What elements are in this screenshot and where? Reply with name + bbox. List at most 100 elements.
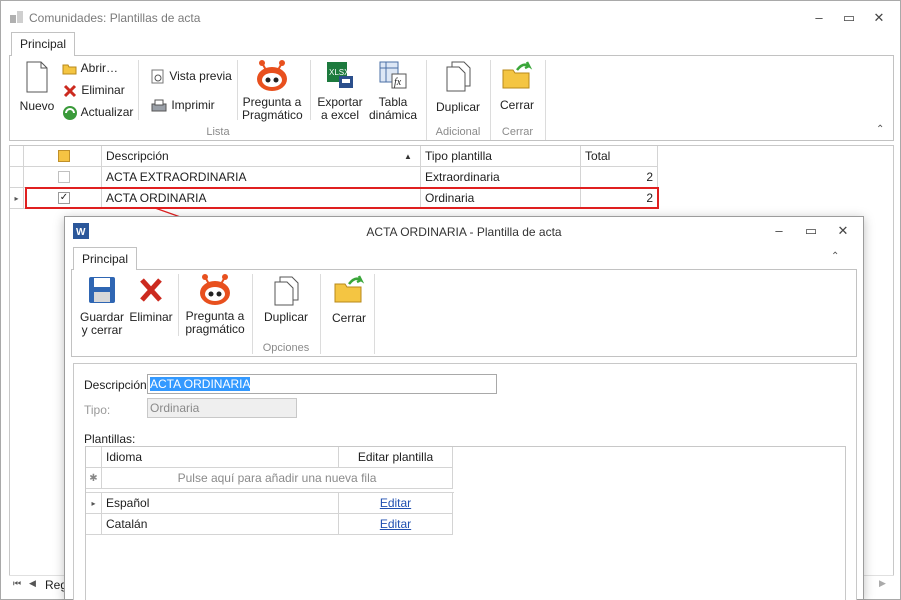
dialog-restore-button[interactable]: ▭ [801, 223, 821, 239]
dialog-duplicar-label: Duplicar [263, 310, 308, 324]
dialog-pregunta-button[interactable]: Pregunta a pragmático [182, 272, 248, 336]
delete-x-icon [62, 84, 78, 98]
first-record-icon[interactable]: ⏮ [13, 578, 21, 589]
dialog-minimize-button[interactable]: – [769, 223, 789, 239]
eliminar-label: Eliminar [81, 83, 125, 97]
column-header-editar[interactable]: Editar plantilla [339, 447, 453, 468]
plantillas-grid: Idioma Editar plantilla ✱ Pulse aquí par… [85, 446, 846, 600]
row-checkbox[interactable] [58, 171, 70, 183]
descripcion-label: Descripción: [84, 378, 151, 392]
dialog-ribbon: Guardar y cerrar Eliminar Pregunta a pra… [71, 269, 857, 357]
duplicar-button[interactable]: Duplicar [432, 60, 484, 114]
printer-icon [150, 98, 168, 114]
dialog-cerrar-label: Cerrar [331, 311, 366, 325]
collapse-ribbon-icon[interactable]: ⌃ [876, 124, 884, 135]
imprimir-button[interactable]: Imprimir [150, 95, 215, 115]
tabla-dinamica-button[interactable]: fx Tabla dinámica [368, 60, 418, 122]
cell-editar[interactable]: Editar [339, 493, 453, 514]
guardar-line2: y cerrar [81, 323, 123, 337]
descripcion-input[interactable]: ACTA ORDINARIA [147, 374, 497, 394]
editar-link[interactable]: Editar [380, 517, 411, 531]
close-button[interactable]: ✕ [869, 10, 889, 26]
duplicate-icon [272, 276, 300, 306]
imprimir-label: Imprimir [171, 98, 215, 112]
cell-total[interactable]: 2 [581, 167, 658, 188]
prev-record-icon[interactable]: ◀ [29, 578, 36, 589]
window-title: Comunidades: Plantillas de acta [29, 11, 201, 25]
tabla-line2: dinámica [368, 108, 418, 122]
group-opciones-label: Opciones [262, 342, 310, 354]
row-indicator [10, 167, 24, 188]
nuevo-button[interactable]: Nuevo [14, 60, 60, 113]
sort-asc-icon: ▲ [404, 152, 412, 161]
plantilla-dialog: W ACTA ORDINARIA - Plantilla de acta – ▭… [64, 216, 864, 600]
row-focus-indicator-icon: ▸ [10, 188, 24, 209]
actualizar-button[interactable]: Actualizar [62, 102, 133, 122]
dialog-collapse-ribbon-icon[interactable]: ⌃ [831, 251, 839, 262]
dialog-tab-principal[interactable]: Principal [73, 247, 138, 270]
select-all-header[interactable] [24, 146, 102, 167]
abrir-label: Abrir… [80, 61, 119, 75]
excel-export-icon: XLSX [325, 60, 355, 90]
separator [320, 274, 321, 354]
group-cerrar-label: Cerrar [501, 126, 534, 138]
column-header-tipo[interactable]: Tipo plantilla [421, 146, 581, 167]
editar-link[interactable]: Editar [380, 496, 411, 510]
dialog-title-bar: W ACTA ORDINARIA - Plantilla de acta – ▭… [65, 217, 863, 245]
exportar-excel-button[interactable]: XLSX Exportar a excel [316, 60, 364, 122]
row-indicator [86, 514, 102, 535]
duplicar-label: Duplicar [435, 100, 480, 114]
pregunta-line2: Pragmático [242, 108, 303, 122]
guardar-cerrar-button[interactable]: Guardar y cerrar [76, 276, 128, 337]
preview-icon [150, 69, 166, 85]
save-disk-icon [88, 276, 116, 304]
eliminar-button[interactable]: Eliminar [62, 80, 125, 100]
cell-idioma[interactable]: Español [102, 493, 339, 514]
minimize-button[interactable]: – [809, 10, 829, 26]
tipo-input: Ordinaria [147, 398, 297, 418]
duplicate-icon [444, 60, 472, 92]
pregunta-pragmatico-button[interactable]: Pregunta a Pragmático [242, 58, 303, 122]
column-header-descripcion-label: Descripción [106, 149, 169, 163]
dialog-close-button[interactable]: ✕ [833, 223, 853, 239]
column-header-total[interactable]: Total [581, 146, 658, 167]
dialog-form: Descripción: ACTA ORDINARIA Tipo: Ordina… [73, 363, 857, 600]
tab-principal[interactable]: Principal [11, 32, 76, 56]
group-adicional-label: Adicional [435, 126, 481, 138]
row-select-cell[interactable] [24, 167, 102, 188]
new-row-asterisk-icon: ✱ [86, 468, 102, 489]
select-all-checkbox[interactable] [58, 150, 70, 162]
tipo-label: Tipo: [84, 403, 111, 417]
app-icon [10, 10, 24, 24]
selected-row-highlight [25, 187, 659, 209]
row-focus-indicator-icon: ▸ [86, 493, 102, 514]
dialog-cerrar-button[interactable]: Cerrar [324, 274, 374, 325]
close-folder-icon [333, 274, 365, 306]
vista-previa-button[interactable]: Vista previa [150, 66, 232, 86]
column-header-idioma[interactable]: Idioma [102, 447, 339, 468]
cell-tipo[interactable]: Extraordinaria [421, 167, 581, 188]
abrir-button[interactable]: Abrir… [62, 58, 118, 78]
separator [237, 60, 238, 120]
vista-previa-label: Vista previa [169, 69, 232, 83]
title-bar: Comunidades: Plantillas de acta – ▭ ✕ [1, 1, 900, 33]
cell-idioma[interactable]: Catalán [102, 514, 339, 535]
separator [374, 274, 375, 354]
close-folder-icon [501, 60, 533, 92]
separator [178, 274, 179, 336]
ribbon: Nuevo Abrir… Eliminar Actualizar Vista p… [9, 55, 894, 141]
new-document-icon [23, 60, 51, 94]
cell-descripcion[interactable]: ACTA EXTRAORDINARIA [102, 167, 421, 188]
dialog-eliminar-button[interactable]: Eliminar [128, 276, 174, 324]
group-lista-label: Lista [206, 126, 230, 138]
scroll-right-icon[interactable]: ▶ [879, 578, 886, 589]
new-row-placeholder[interactable]: Pulse aquí para añadir una nueva fila [102, 468, 453, 489]
restore-button[interactable]: ▭ [839, 10, 859, 26]
dialog-duplicar-button[interactable]: Duplicar [256, 276, 316, 324]
folder-open-icon [62, 62, 78, 76]
cell-editar[interactable]: Editar [339, 514, 453, 535]
dialog-title: ACTA ORDINARIA - Plantilla de acta [366, 225, 562, 239]
dialog-pregunta-line2: pragmático [185, 322, 245, 336]
column-header-descripcion[interactable]: Descripción ▲ [102, 146, 421, 167]
cerrar-button[interactable]: Cerrar [496, 60, 538, 112]
